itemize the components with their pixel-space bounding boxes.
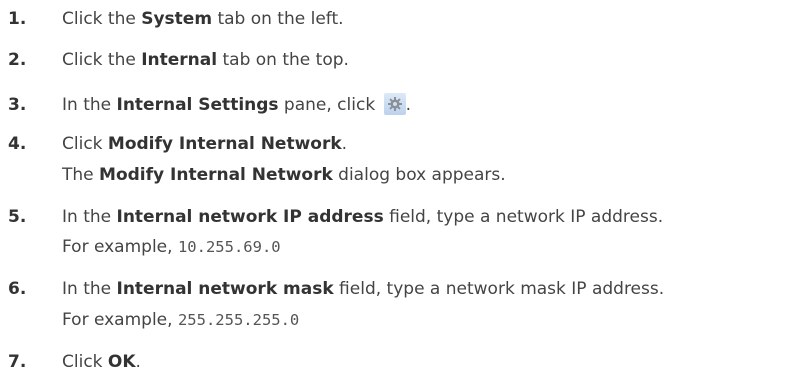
step-example: For example, 255.255.255.0 [62,308,299,332]
step-text: In the Internal Settings pane, click . [62,93,411,117]
step-note: The Modify Internal Network dialog box a… [62,163,506,187]
step-number: 5. [8,207,27,227]
step-text-part: tab on the left. [212,9,344,29]
example-label: For example, [62,310,178,330]
step-text-part: Click [62,134,108,154]
settings-gear-icon [383,93,406,115]
step-text-part: field, type a network IP address. [383,207,664,227]
step-text-part: Click [62,352,108,372]
step-text-part: . [405,95,411,115]
step-text-part: tab on the top. [217,50,349,70]
step-text: In the Internal network IP address field… [62,205,663,229]
step-number: 4. [8,134,27,154]
step-text-part: Click the [62,9,142,29]
ui-term: Modify Internal Network [99,165,333,185]
step-text: Click Modify Internal Network. [62,132,347,156]
step-text-part: pane, click [278,95,381,115]
step-text-part: . [341,134,348,154]
ui-term: Internal Settings [116,95,279,115]
example-value: 10.255.69.0 [177,238,281,256]
step-text-part: In the [62,279,117,299]
step-text-part: dialog box appears. [332,165,506,185]
step-text: In the Internal network mask field, type… [62,277,664,301]
ui-term: Internal network IP address [116,207,384,227]
step-text: Click OK. [62,350,141,374]
step-example: For example, 10.255.69.0 [62,235,281,259]
step-text-part: Click the [62,50,142,70]
step-text-part: In the [62,207,117,227]
ui-term: Internal [141,50,218,70]
example-label: For example, [62,237,178,257]
instruction-steps: 1. Click the System tab on the left. 2. … [0,0,800,385]
step-text: Click the Internal tab on the top. [62,48,349,72]
ui-term: Internal network mask [116,279,334,299]
ui-term: Modify Internal Network [107,134,342,154]
step-number: 1. [8,9,27,29]
ui-term: System [141,9,213,29]
step-number: 3. [8,95,27,115]
step-number: 2. [8,50,27,70]
ui-term: OK [107,352,136,372]
step-number: 7. [8,352,27,372]
example-value: 255.255.255.0 [177,311,300,329]
step-text-part: In the [62,95,117,115]
step-text-part: . [135,352,141,372]
step-text-part: field, type a network mask IP address. [333,279,665,299]
step-text-part: The [62,165,100,185]
step-number: 6. [8,279,27,299]
step-text: Click the System tab on the left. [62,7,344,31]
